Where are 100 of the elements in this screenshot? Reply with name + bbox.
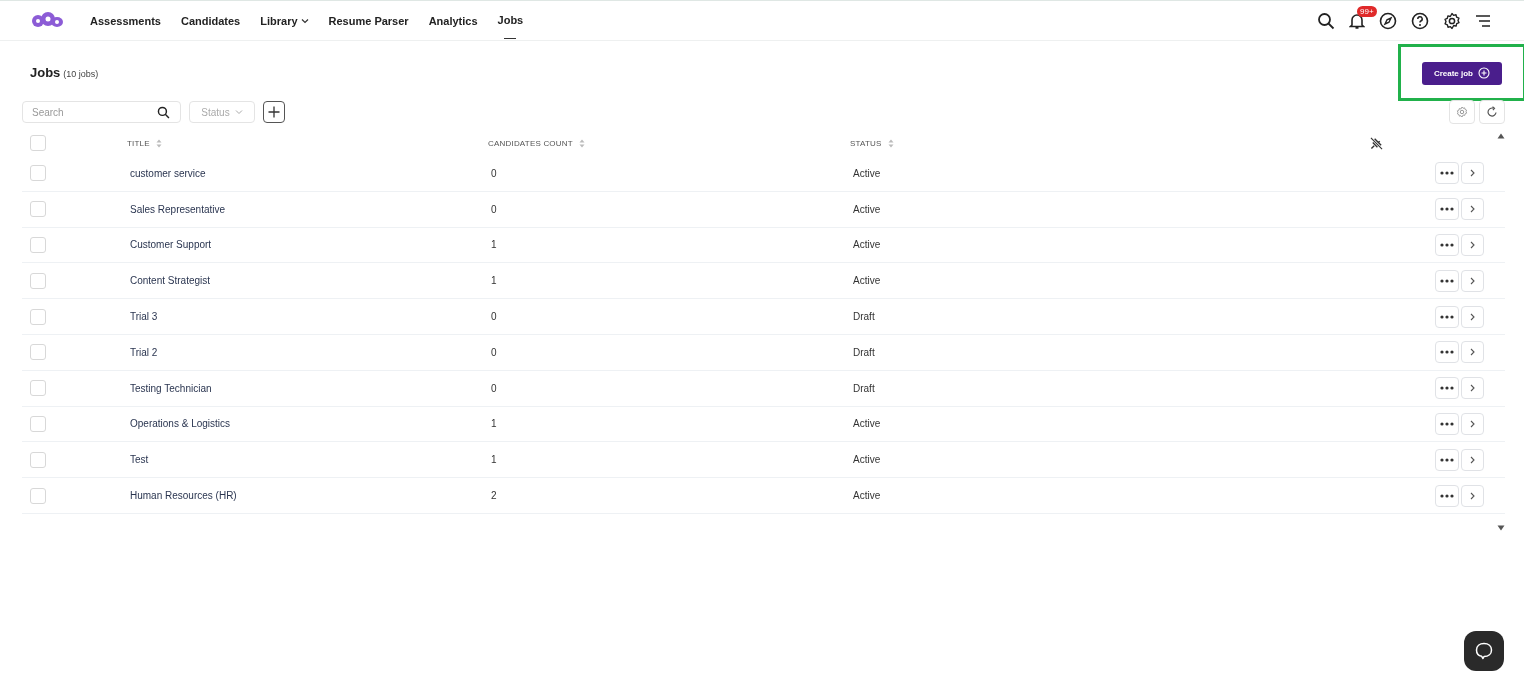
more-button[interactable] (1435, 377, 1459, 400)
more-button[interactable] (1435, 484, 1459, 507)
more-icon (1439, 207, 1454, 212)
refresh-button[interactable] (1479, 100, 1505, 124)
sort-icon[interactable] (578, 138, 585, 148)
column-header[interactable]: TITLE (127, 138, 150, 148)
menu-icon[interactable] (1475, 13, 1491, 28)
checkbox[interactable] (30, 308, 46, 325)
table-cell-text: Draft (852, 311, 875, 323)
checkbox[interactable] (30, 201, 46, 218)
chevron-right-icon (1469, 491, 1475, 500)
search-field[interactable]: Search (22, 101, 181, 123)
table-cell-text: Active (852, 275, 881, 287)
notification-badge: 99+ (1357, 5, 1377, 17)
chevron-right-icon (1469, 241, 1475, 249)
help-icon[interactable] (1411, 11, 1429, 30)
chevron-right-icon (1469, 169, 1475, 178)
chat-button[interactable] (1464, 631, 1504, 671)
table-cell-text: Sales Representative (129, 203, 226, 215)
more-button[interactable] (1435, 341, 1459, 364)
table-cell-text: Active (852, 167, 881, 179)
table-cell-text: Active (852, 203, 881, 215)
scroll-up-icon[interactable] (1497, 133, 1505, 139)
column-header[interactable]: CANDIDATES COUNT (488, 138, 573, 148)
table-cell-text: 0 (490, 167, 497, 179)
table-cell-text: Active (852, 418, 881, 430)
table-cell-text: customer service (129, 167, 206, 179)
refresh-icon (1486, 106, 1498, 118)
chevron-right-icon (1469, 205, 1475, 214)
plus-circle-icon (1478, 67, 1490, 79)
column-header[interactable]: STATUS (850, 138, 882, 148)
table-cell-text: Test (129, 454, 149, 466)
sort-icon[interactable] (155, 138, 162, 148)
compass-icon[interactable] (1379, 11, 1397, 30)
more-icon (1439, 314, 1454, 319)
chevron-right-icon (1469, 384, 1475, 393)
more-button[interactable] (1435, 234, 1459, 256)
more-button[interactable] (1435, 448, 1459, 471)
job-count: (10 jobs) (63, 68, 99, 79)
nav-tab[interactable]: Candidates (170, 1, 251, 41)
chevron-right-icon (1469, 312, 1475, 321)
search-icon (157, 106, 170, 119)
chevron-down-icon (234, 109, 243, 115)
page-title: Jobs (30, 64, 61, 80)
more-button[interactable] (1435, 198, 1459, 221)
plus-icon (268, 106, 280, 118)
chevron-right-icon (1469, 276, 1475, 285)
checkbox[interactable] (30, 451, 46, 468)
nav-tab[interactable]: Library (250, 1, 319, 41)
settings-icon[interactable] (1443, 11, 1461, 30)
table-cell-text: 1 (490, 275, 497, 287)
chevron-right-icon (1469, 348, 1475, 357)
checkbox[interactable] (30, 272, 46, 289)
table-cell-text: Testing Technician (129, 382, 212, 394)
table-cell-text: Trial 2 (129, 346, 158, 358)
table-cell-text: Active (852, 239, 881, 251)
table-cell-text: Draft (852, 346, 875, 358)
settings-button[interactable] (1449, 100, 1475, 124)
create-job-button[interactable]: Create job (1421, 61, 1502, 85)
chevron-right-icon (1469, 455, 1475, 464)
table-cell-text: 1 (490, 418, 497, 430)
table-cell-text: 0 (490, 311, 497, 323)
more-icon (1439, 350, 1454, 355)
checkbox[interactable] (30, 135, 46, 151)
chevron-right-icon (1469, 419, 1475, 428)
checkbox[interactable] (30, 415, 46, 432)
more-icon (1439, 457, 1454, 462)
more-button[interactable] (1435, 412, 1459, 435)
table-cell-text: Content Strategist (129, 275, 211, 287)
more-button[interactable] (1435, 269, 1459, 292)
table-cell-text: 1 (490, 239, 497, 251)
table-cell-text: Active (852, 490, 881, 502)
checkbox[interactable] (30, 487, 46, 504)
nav-tab[interactable]: Resume Parser (318, 1, 419, 41)
search-icon[interactable] (1317, 11, 1335, 30)
nav-tab[interactable]: Assessments (80, 1, 171, 41)
scroll-down-icon[interactable] (1497, 524, 1505, 531)
checkbox[interactable] (30, 165, 46, 182)
add-filter-button[interactable] (263, 101, 285, 123)
sort-icon[interactable] (887, 138, 894, 148)
more-icon (1439, 243, 1454, 247)
settings-icon (1456, 106, 1468, 118)
checkbox[interactable] (30, 237, 46, 253)
more-icon (1439, 278, 1454, 283)
table-cell-text: Trial 3 (129, 311, 158, 323)
table-cell-text: 1 (490, 454, 497, 466)
table-cell-text: 0 (490, 203, 497, 215)
table-cell-text: 0 (490, 346, 497, 358)
more-button[interactable] (1435, 305, 1459, 328)
more-icon (1439, 171, 1454, 176)
checkbox[interactable] (30, 344, 46, 361)
table-cell-text: 2 (490, 490, 497, 502)
nav-tab[interactable]: Analytics (418, 1, 488, 41)
speech-bubble-icon (1474, 641, 1494, 661)
more-icon (1439, 386, 1454, 391)
table-cell-text: Human Resources (HR) (129, 490, 237, 502)
more-button[interactable] (1435, 162, 1459, 185)
unpin-icon[interactable] (1370, 136, 1383, 150)
more-icon (1439, 421, 1454, 426)
checkbox[interactable] (30, 380, 46, 397)
